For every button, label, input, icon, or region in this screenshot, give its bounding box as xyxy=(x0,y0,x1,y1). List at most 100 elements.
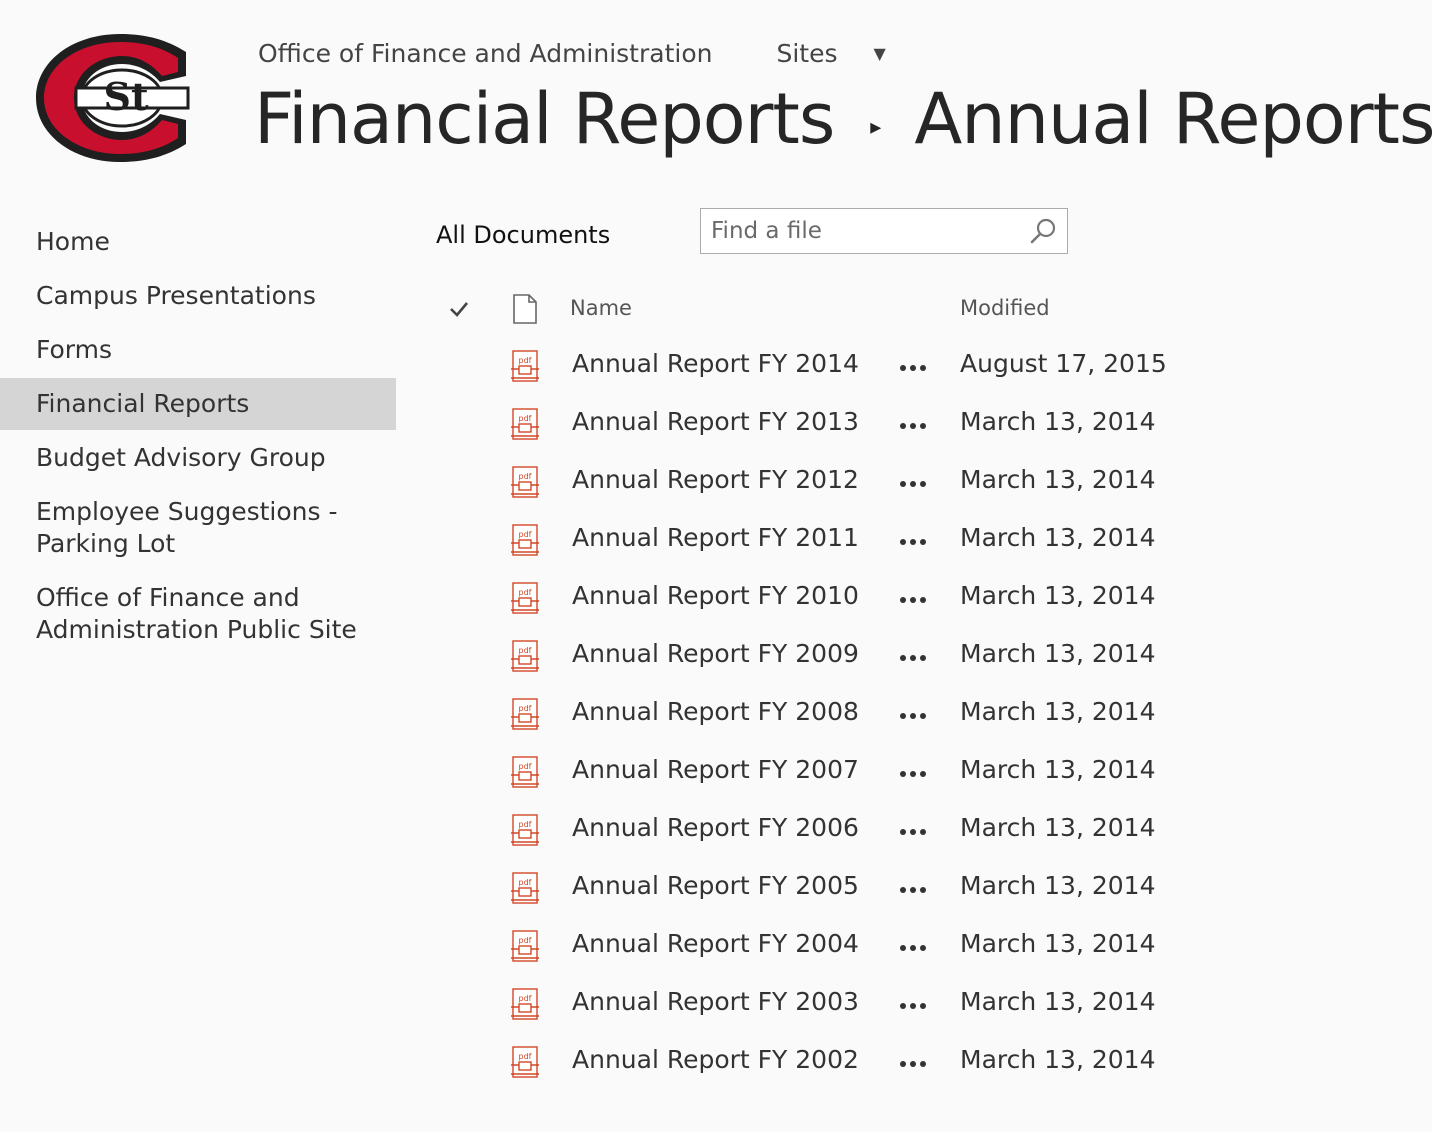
ellipsis-icon[interactable] xyxy=(900,945,930,953)
table-row[interactable]: pdf Annual Report FY 2007 March 13, 2014 xyxy=(440,744,1200,802)
page-title: Financial Reports ▸ Annual Reports xyxy=(254,74,1432,164)
nav-item-employee-suggestions[interactable]: Employee Suggestions - Parking Lot xyxy=(0,486,396,570)
svg-text:pdf: pdf xyxy=(519,994,532,1003)
pdf-icon: pdf xyxy=(511,756,539,788)
breadcrumb-separator-icon: ▸ xyxy=(870,114,881,140)
ellipsis-icon[interactable] xyxy=(900,771,930,779)
file-name-link[interactable]: Annual Report FY 2009 xyxy=(572,638,859,670)
table-row[interactable]: pdf Annual Report FY 2012 March 13, 2014 xyxy=(440,454,1200,512)
file-name-link[interactable]: Annual Report FY 2002 xyxy=(572,1044,859,1076)
list-header: Name Modified xyxy=(440,290,1200,332)
svg-text:pdf: pdf xyxy=(519,646,532,655)
ellipsis-icon[interactable] xyxy=(900,539,930,547)
table-row[interactable]: pdf Annual Report FY 2008 March 13, 2014 xyxy=(440,686,1200,744)
svg-text:pdf: pdf xyxy=(519,356,532,365)
pdf-icon: pdf xyxy=(511,698,539,730)
ellipsis-icon[interactable] xyxy=(900,1003,930,1011)
pdf-icon: pdf xyxy=(511,582,539,614)
svg-text:pdf: pdf xyxy=(519,936,532,945)
table-row[interactable]: pdf Annual Report FY 2003 March 13, 2014 xyxy=(440,976,1200,1034)
table-row[interactable]: pdf Annual Report FY 2006 March 13, 2014 xyxy=(440,802,1200,860)
pdf-icon: pdf xyxy=(511,524,539,556)
table-row[interactable]: pdf Annual Report FY 2013 March 13, 2014 xyxy=(440,396,1200,454)
nav-item-campus-presentations[interactable]: Campus Presentations xyxy=(0,270,396,322)
file-name-link[interactable]: Annual Report FY 2010 xyxy=(572,580,859,612)
ellipsis-icon[interactable] xyxy=(900,365,930,373)
modified-date: March 13, 2014 xyxy=(960,813,1156,842)
ellipsis-icon[interactable] xyxy=(900,713,930,721)
file-name-link[interactable]: Annual Report FY 2007 xyxy=(572,754,859,786)
file-name-link[interactable]: Annual Report FY 2005 xyxy=(572,870,859,902)
ellipsis-icon[interactable] xyxy=(900,597,930,605)
table-row[interactable]: pdf Annual Report FY 2009 March 13, 2014 xyxy=(440,628,1200,686)
nav-item-budget-advisory-group[interactable]: Budget Advisory Group xyxy=(0,432,396,484)
ellipsis-icon[interactable] xyxy=(900,887,930,895)
site-logo[interactable]: St xyxy=(36,34,218,162)
column-header-name[interactable]: Name xyxy=(570,296,632,320)
modified-date: March 13, 2014 xyxy=(960,465,1156,494)
column-header-modified[interactable]: Modified xyxy=(960,296,1050,320)
ellipsis-icon[interactable] xyxy=(900,655,930,663)
ellipsis-icon[interactable] xyxy=(900,423,930,431)
table-row[interactable]: pdf Annual Report FY 2011 March 13, 2014 xyxy=(440,512,1200,570)
scsu-c-logo-icon: St xyxy=(36,34,190,162)
table-row[interactable]: pdf Annual Report FY 2010 March 13, 2014 xyxy=(440,570,1200,628)
modified-date: March 13, 2014 xyxy=(960,929,1156,958)
breadcrumb-parent[interactable]: Financial Reports xyxy=(254,78,835,160)
pdf-icon: pdf xyxy=(511,988,539,1020)
table-row[interactable]: pdf Annual Report FY 2002 March 13, 2014 xyxy=(440,1034,1200,1092)
check-icon[interactable] xyxy=(448,298,470,320)
svg-text:pdf: pdf xyxy=(519,1052,532,1061)
file-name-link[interactable]: Annual Report FY 2013 xyxy=(572,406,859,438)
table-row[interactable]: pdf Annual Report FY 2004 March 13, 2014 xyxy=(440,918,1200,976)
suite-links: Office of Finance and Administration Sit… xyxy=(258,36,886,70)
modified-date: March 13, 2014 xyxy=(960,639,1156,668)
ellipsis-icon[interactable] xyxy=(900,829,930,837)
file-name-link[interactable]: Annual Report FY 2014 xyxy=(572,348,859,380)
view-all-documents[interactable]: All Documents xyxy=(436,218,610,252)
modified-date: March 13, 2014 xyxy=(960,1045,1156,1074)
file-name-link[interactable]: Annual Report FY 2004 xyxy=(572,928,859,960)
nav-item-financial-reports[interactable]: Financial Reports xyxy=(0,378,396,430)
pdf-icon: pdf xyxy=(511,640,539,672)
modified-date: March 13, 2014 xyxy=(960,871,1156,900)
sites-link[interactable]: Sites xyxy=(776,39,837,68)
document-list: pdf Annual Report FY 2014 August 17, 2015 p… xyxy=(440,338,1200,1092)
svg-text:pdf: pdf xyxy=(519,762,532,771)
nav-item-public-site[interactable]: Office of Finance and Administration Pub… xyxy=(0,572,396,656)
table-row[interactable]: pdf Annual Report FY 2005 March 13, 2014 xyxy=(440,860,1200,918)
ellipsis-icon[interactable] xyxy=(900,1061,930,1069)
file-name-link[interactable]: Annual Report FY 2008 xyxy=(572,696,859,728)
svg-text:pdf: pdf xyxy=(519,472,532,481)
nav-item-forms[interactable]: Forms xyxy=(0,324,396,376)
svg-text:pdf: pdf xyxy=(519,530,532,539)
search-box xyxy=(700,208,1068,254)
modified-date: March 13, 2014 xyxy=(960,581,1156,610)
ellipsis-icon[interactable] xyxy=(900,481,930,489)
pdf-icon: pdf xyxy=(511,1046,539,1078)
table-row[interactable]: pdf Annual Report FY 2014 August 17, 2015 xyxy=(440,338,1200,396)
quick-launch-nav: Home Campus Presentations Forms Financia… xyxy=(0,216,396,658)
modified-date: March 13, 2014 xyxy=(960,987,1156,1016)
search-icon[interactable] xyxy=(1029,217,1057,245)
file-name-link[interactable]: Annual Report FY 2011 xyxy=(572,522,859,554)
document-type-icon[interactable] xyxy=(512,294,538,324)
svg-text:pdf: pdf xyxy=(519,414,532,423)
svg-text:pdf: pdf xyxy=(519,588,532,597)
modified-date: March 13, 2014 xyxy=(960,697,1156,726)
svg-text:pdf: pdf xyxy=(519,820,532,829)
pdf-icon: pdf xyxy=(511,930,539,962)
file-name-link[interactable]: Annual Report FY 2003 xyxy=(572,986,859,1018)
modified-date: March 13, 2014 xyxy=(960,755,1156,784)
site-link[interactable]: Office of Finance and Administration xyxy=(258,39,712,68)
sites-dropdown-icon[interactable]: ▼ xyxy=(874,44,886,63)
pdf-icon: pdf xyxy=(511,872,539,904)
pdf-icon: pdf xyxy=(511,814,539,846)
search-input[interactable] xyxy=(711,215,1011,247)
pdf-icon: pdf xyxy=(511,350,539,382)
file-name-link[interactable]: Annual Report FY 2006 xyxy=(572,812,859,844)
svg-text:pdf: pdf xyxy=(519,704,532,713)
breadcrumb-current: Annual Reports xyxy=(914,78,1432,160)
nav-item-home[interactable]: Home xyxy=(0,216,396,268)
file-name-link[interactable]: Annual Report FY 2012 xyxy=(572,464,859,496)
